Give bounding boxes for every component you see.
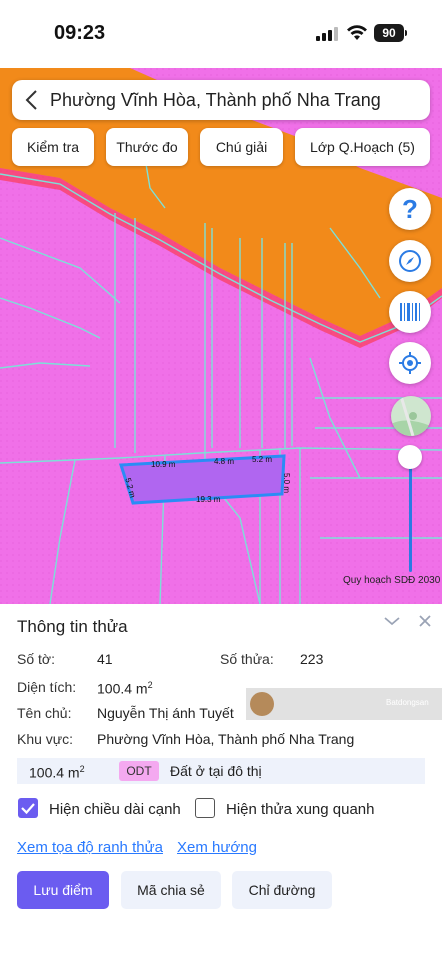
- area-value: 100.4 m2: [97, 680, 153, 697]
- dim-right: 5.0 m: [282, 473, 291, 494]
- plan-layer-label: Quy hoạch SDĐ 2030: [343, 575, 441, 586]
- sheet-number-label: Số tờ:: [17, 651, 55, 667]
- show-neighbors-checkbox[interactable]: [195, 798, 215, 818]
- back-icon[interactable]: [12, 80, 50, 120]
- compass-icon[interactable]: [389, 240, 431, 282]
- dim-top-mid: 4.8 m: [214, 457, 235, 466]
- land-use-code-badge: ODT: [119, 761, 159, 781]
- planning-layer-button[interactable]: Lớp Q.Hoạch (5): [295, 128, 430, 166]
- opacity-slider-handle[interactable]: [398, 445, 422, 469]
- check-button[interactable]: Kiểm tra: [12, 128, 94, 166]
- status-bar: 09:23 90: [0, 0, 442, 68]
- measure-button[interactable]: Thước đo: [106, 128, 188, 166]
- battery-icon: 90: [374, 24, 404, 42]
- barcode-icon[interactable]: [389, 291, 431, 333]
- land-use-description: Đất ở tại đô thị: [170, 763, 262, 779]
- land-use-area: 100.4 m2: [29, 764, 85, 781]
- wifi-icon: [347, 25, 367, 40]
- directions-button[interactable]: Chỉ đường: [232, 871, 332, 909]
- parcel-number-value: 223: [300, 651, 324, 667]
- owner-value: Nguyễn Thị ánh Tuyết: [97, 705, 234, 721]
- help-icon[interactable]: ?: [389, 188, 431, 230]
- watermark-text: Batdongsan: [386, 698, 429, 707]
- watermark-overlay: Batdongsan: [246, 688, 442, 720]
- dim-top-right: 5.2 m: [252, 455, 273, 464]
- sheet-number-value: 41: [97, 651, 113, 667]
- dim-bottom: 19.3 m: [196, 495, 221, 504]
- show-edges-label[interactable]: Hiện chiều dài cạnh: [49, 801, 181, 818]
- view-coordinates-link[interactable]: Xem tọa độ ranh thửa: [17, 839, 163, 856]
- dim-top-left: 10.9 m: [151, 460, 176, 469]
- legend-button[interactable]: Chú giải: [200, 128, 283, 166]
- parcel-number-label: Số thửa:: [220, 651, 274, 667]
- collapse-icon[interactable]: [383, 614, 401, 628]
- owner-label: Tên chủ:: [17, 705, 72, 721]
- region-label: Khu vực:: [17, 731, 74, 747]
- location-title[interactable]: Phường Vĩnh Hòa, Thành phố Nha Trang: [50, 90, 381, 111]
- save-point-button[interactable]: Lưu điểm: [17, 871, 109, 909]
- show-edges-checkbox[interactable]: [18, 798, 38, 818]
- area-label: Diện tích:: [17, 679, 77, 695]
- map-thumbnail[interactable]: [391, 396, 431, 436]
- view-direction-link[interactable]: Xem hướng: [177, 839, 257, 856]
- my-location-icon[interactable]: [389, 342, 431, 384]
- avatar: [250, 692, 274, 716]
- battery-tip: [405, 30, 407, 36]
- status-time: 09:23: [54, 22, 106, 44]
- panel-title: Thông tin thửa: [17, 617, 128, 636]
- region-value: Phường Vĩnh Hòa, Thành phố Nha Trang: [97, 731, 355, 747]
- opacity-slider-track[interactable]: [409, 462, 412, 572]
- show-neighbors-label[interactable]: Hiện thửa xung quanh: [226, 801, 374, 818]
- signal-icon: [316, 27, 338, 41]
- share-code-button[interactable]: Mã chia sẻ: [121, 871, 221, 909]
- close-icon[interactable]: [418, 614, 432, 628]
- check-icon: [21, 803, 35, 815]
- search-bar[interactable]: Phường Vĩnh Hòa, Thành phố Nha Trang: [12, 80, 430, 120]
